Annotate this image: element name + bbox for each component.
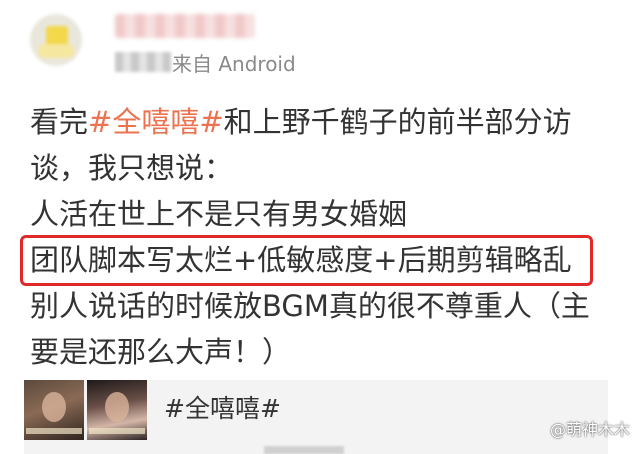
topic-card[interactable]: #全嘻嘻# bbox=[24, 380, 608, 454]
watermark: @萌神木木 bbox=[549, 420, 630, 439]
avatar-base-shape bbox=[38, 44, 74, 58]
thumbnail-caption bbox=[89, 428, 145, 434]
post-text: 人活在世上不是只有男女婚姻 bbox=[30, 197, 408, 231]
post-time-redacted bbox=[115, 52, 171, 72]
thumbnail-face bbox=[42, 392, 66, 422]
post-text: 要是还那么大声！） bbox=[30, 335, 292, 369]
topic-card-title: #全嘻嘻# bbox=[164, 394, 281, 423]
topic-card-subtitle-redacted bbox=[264, 446, 344, 454]
post-text: 谈，我只想说： bbox=[30, 151, 234, 185]
post-line: 要是还那么大声！） bbox=[30, 329, 620, 375]
highlight-annotation-box bbox=[20, 235, 593, 286]
post-text: 看完 bbox=[30, 105, 89, 139]
hashtag-link[interactable]: #全嘻嘻# bbox=[88, 105, 224, 139]
post-text: 别人说话的时候放BGM真的很不尊重人（主 bbox=[30, 289, 590, 323]
topic-thumbnail-2 bbox=[87, 380, 147, 440]
post-line: 看完#全嘻嘻#和上野千鹤子的前半部分访 bbox=[30, 99, 620, 145]
post-text: 和上野千鹤子的前半部分访 bbox=[223, 105, 572, 139]
topic-thumbnail-1 bbox=[24, 380, 84, 440]
username-redacted[interactable] bbox=[115, 14, 255, 38]
post-line: 谈，我只想说： bbox=[30, 145, 620, 191]
thumbnail-face bbox=[105, 392, 129, 422]
thumbnail-caption bbox=[26, 428, 82, 434]
post-source: 来自 Android bbox=[172, 52, 296, 76]
post-line: 别人说话的时候放BGM真的很不尊重人（主 bbox=[30, 283, 620, 329]
post-line: 人活在世上不是只有男女婚姻 bbox=[30, 191, 620, 237]
user-avatar[interactable] bbox=[30, 14, 82, 66]
